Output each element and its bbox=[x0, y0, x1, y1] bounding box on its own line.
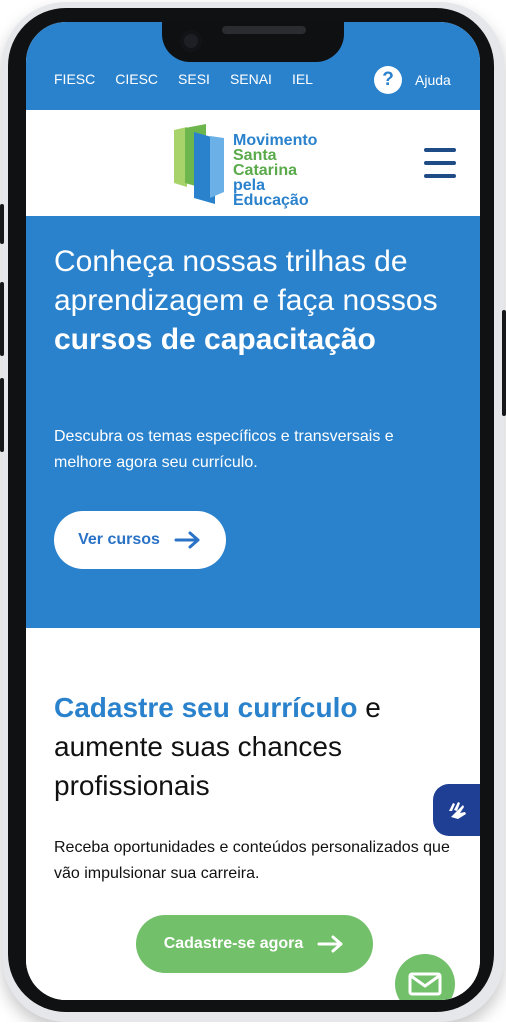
bottom-bar bbox=[0, 1022, 506, 1035]
volume-up-button bbox=[0, 282, 4, 356]
power-button bbox=[502, 310, 506, 416]
accessibility-widget-button[interactable] bbox=[433, 784, 480, 836]
hero-title-prefix: Conheça nossas trilhas de aprendizagem e… bbox=[54, 245, 438, 317]
volume-down-button bbox=[0, 378, 4, 452]
hero-subtitle: Descubra os temas específicos e transver… bbox=[54, 428, 394, 471]
logo-line-3: pela Educação bbox=[233, 177, 309, 209]
hero-title: Conheça nossas trilhas de aprendizagem e… bbox=[54, 242, 454, 359]
speaker bbox=[222, 26, 306, 34]
hero-section: Conheça nossas trilhas de aprendizagem e… bbox=[26, 216, 480, 628]
topbar-link-ciesc[interactable]: CIESC bbox=[115, 71, 158, 87]
logo-line-1: Movimento bbox=[233, 132, 318, 149]
help-label: Ajuda bbox=[415, 72, 451, 88]
topbar-link-fiesc[interactable]: FIESC bbox=[54, 71, 95, 87]
help-icon: ? bbox=[374, 66, 402, 94]
menu-icon[interactable] bbox=[424, 148, 456, 187]
side-button bbox=[0, 204, 4, 244]
hand-sign-icon bbox=[448, 802, 466, 819]
logo-line-2: Santa Catarina bbox=[233, 147, 298, 179]
phone-screen: FIESC CIESC SESI SENAI IEL ? Ajuda Movim… bbox=[26, 22, 480, 1000]
cv-title-highlight: Cadastre seu currículo bbox=[54, 692, 358, 723]
camera-icon bbox=[180, 30, 202, 52]
site-header: Movimento Santa Catarina pela Educação bbox=[26, 110, 480, 216]
logo-text: Movimento Santa Catarina pela Educação bbox=[233, 132, 318, 209]
topbar-link-senai[interactable]: SENAI bbox=[230, 71, 272, 87]
topbar-link-sesi[interactable]: SESI bbox=[178, 71, 210, 87]
hero-title-bold: cursos de capacitação bbox=[54, 323, 376, 356]
mail-icon bbox=[408, 972, 442, 996]
institution-links: FIESC CIESC SESI SENAI IEL bbox=[54, 71, 333, 87]
cv-section: Cadastre seu currículo e aumente suas ch… bbox=[26, 628, 480, 1000]
cv-title: Cadastre seu currículo e aumente suas ch… bbox=[54, 688, 444, 805]
logo-mark bbox=[174, 124, 224, 204]
cv-subtitle: Receba oportunidades e conteúdos persona… bbox=[54, 839, 450, 882]
register-now-button[interactable]: Cadastre-se agora bbox=[136, 915, 373, 973]
view-courses-button[interactable]: Ver cursos bbox=[54, 511, 226, 569]
register-now-label: Cadastre-se agora bbox=[163, 935, 304, 952]
arrow-right-icon bbox=[317, 935, 343, 953]
help-link[interactable]: ? Ajuda bbox=[374, 66, 451, 94]
topbar-link-iel[interactable]: IEL bbox=[292, 71, 313, 87]
arrow-right-icon bbox=[174, 531, 200, 549]
site-logo[interactable]: Movimento Santa Catarina pela Educação bbox=[171, 122, 317, 209]
view-courses-label: Ver cursos bbox=[78, 531, 160, 548]
